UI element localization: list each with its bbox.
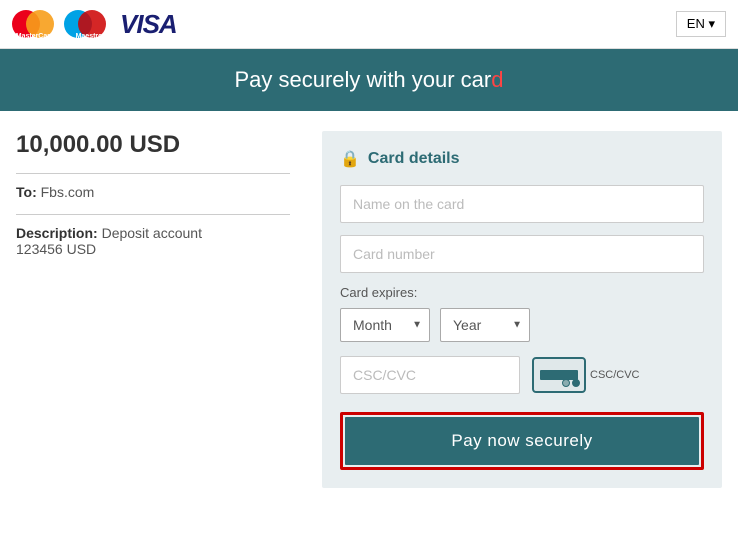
expires-row: Month 010203 040506 070809 101112 ▼ Year… bbox=[340, 308, 704, 342]
main-content: 10,000.00 USD To: Fbs.com Description: D… bbox=[0, 111, 738, 508]
top-bar: MasterCard Maestro VISA EN ▾ bbox=[0, 0, 738, 49]
cvc-card-icon-group: CSC/CVC bbox=[532, 357, 640, 393]
cvc-input[interactable] bbox=[340, 356, 520, 394]
desc-label-key: Description: bbox=[16, 225, 98, 241]
dot-1 bbox=[562, 379, 570, 387]
desc-value: Deposit account bbox=[102, 225, 202, 241]
language-button[interactable]: EN ▾ bbox=[676, 11, 726, 37]
card-graphic-dots bbox=[562, 379, 580, 387]
year-select[interactable]: Year 202420252026 202720282029 2030 bbox=[440, 308, 530, 342]
cvc-row: CSC/CVC bbox=[340, 356, 704, 394]
maestro-logo: Maestro bbox=[64, 8, 114, 40]
name-on-card-input[interactable] bbox=[340, 185, 704, 223]
description-label: Description: Deposit account 123456 USD bbox=[16, 225, 290, 257]
card-graphic bbox=[532, 357, 586, 393]
cvc-label: CSC/CVC bbox=[590, 369, 640, 381]
month-select-wrapper: Month 010203 040506 070809 101112 ▼ bbox=[340, 308, 430, 342]
pay-now-button[interactable]: Pay now securely bbox=[345, 417, 699, 465]
header-banner: Pay securely with your card bbox=[0, 49, 738, 111]
expires-label: Card expires: bbox=[340, 285, 704, 300]
amount-display: 10,000.00 USD bbox=[16, 131, 290, 159]
banner-red-char: d bbox=[491, 67, 503, 92]
card-details-title: 🔒 Card details bbox=[340, 149, 704, 169]
card-number-input[interactable] bbox=[340, 235, 704, 273]
left-panel: 10,000.00 USD To: Fbs.com Description: D… bbox=[16, 131, 306, 488]
dot-2 bbox=[572, 379, 580, 387]
lock-icon: 🔒 bbox=[340, 149, 360, 169]
desc-extra: 123456 USD bbox=[16, 241, 96, 257]
divider-1 bbox=[16, 173, 290, 174]
pay-button-wrapper: Pay now securely bbox=[340, 412, 704, 470]
to-label: To: Fbs.com bbox=[16, 184, 290, 200]
card-logos: MasterCard Maestro VISA bbox=[12, 8, 177, 40]
right-panel: 🔒 Card details Card expires: Month 01020… bbox=[322, 131, 722, 488]
visa-logo: VISA bbox=[120, 9, 177, 40]
year-select-wrapper: Year 202420252026 202720282029 2030 ▼ bbox=[440, 308, 530, 342]
to-label-key: To: bbox=[16, 184, 37, 200]
month-select[interactable]: Month 010203 040506 070809 101112 bbox=[340, 308, 430, 342]
mastercard-logo: MasterCard bbox=[12, 8, 58, 40]
card-details-label: Card details bbox=[368, 150, 460, 168]
to-value: Fbs.com bbox=[41, 184, 95, 200]
divider-2 bbox=[16, 214, 290, 215]
